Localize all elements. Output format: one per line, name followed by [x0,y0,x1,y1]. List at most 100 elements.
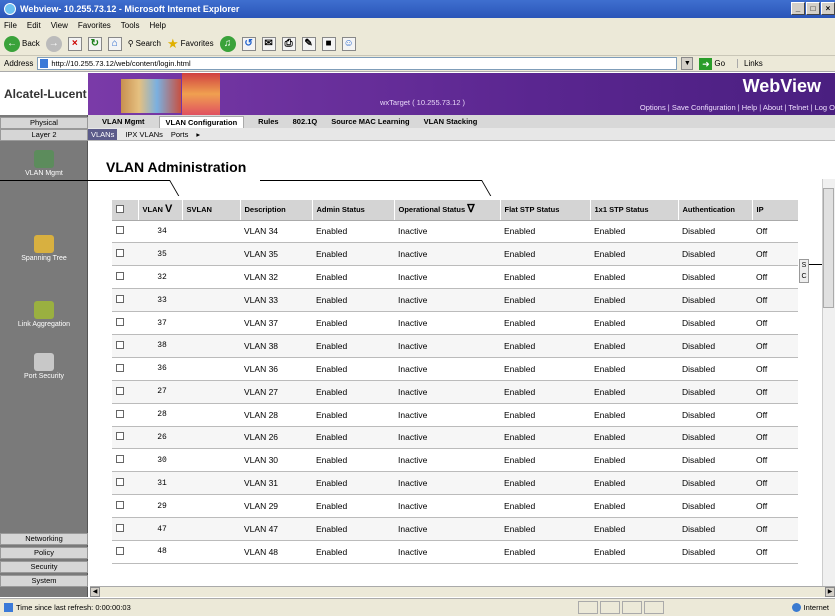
subtab-vlans[interactable]: VLANs [88,128,118,140]
row-checkbox[interactable] [116,409,124,418]
row-checkbox[interactable] [116,546,124,555]
go-button[interactable]: ➜ Go [699,57,725,70]
table-row[interactable]: 37 VLAN 37 Enabled Inactive Enabled Enabled Di… [112,311,798,335]
edit-button[interactable]: ✎ [301,36,316,51]
row-checkbox[interactable] [116,249,124,258]
column-select-button[interactable]: C [800,271,808,282]
subnav-more-icon[interactable]: ▸ [196,130,200,139]
row-checkbox[interactable] [116,363,124,372]
table-row[interactable]: 26 VLAN 26 Enabled Inactive Enabled Enabled Di… [112,426,798,450]
menu-tools[interactable]: Tools [121,21,140,30]
scroll-left-icon[interactable]: ◀ [90,587,100,597]
column-header-ip[interactable]: IP [752,200,798,221]
row-select-cell[interactable] [112,265,138,290]
table-row[interactable]: 28 VLAN 28 Enabled Inactive Enabled Enabled Di… [112,403,798,427]
row-select-cell[interactable] [112,403,138,427]
media-button[interactable]: ♫ [219,35,236,52]
column-header-1x1-stp-status[interactable]: 1x1 STP Status [590,200,679,221]
row-checkbox[interactable] [116,272,124,281]
print-button[interactable]: ⎙ [281,36,296,51]
back-button[interactable]: ← Back [4,35,40,52]
row-select-cell[interactable] [112,334,138,358]
tab-rules[interactable]: Rules [258,117,278,126]
menu-file[interactable]: File [4,21,17,30]
sidebar-category-policy[interactable]: Policy [0,547,88,559]
row-checkbox[interactable] [116,501,124,510]
row-select-cell[interactable] [112,220,138,244]
table-row[interactable]: 35 VLAN 35 Enabled Inactive Enabled Enabled Di… [112,242,798,267]
column-header-authentication[interactable]: Authentication [678,200,753,221]
mail-button[interactable]: ✉ [261,36,276,51]
tab-source-mac-learning[interactable]: Source MAC Learning [331,117,409,126]
header-links[interactable]: Options | Save Configuration | Help | Ab… [640,103,835,112]
sidebar-item-link-aggregation[interactable]: Link Aggregation [0,301,88,328]
table-row[interactable]: 27 VLAN 27 Enabled Inactive Enabled Enabled Di… [112,380,798,404]
table-row[interactable]: 29 VLAN 29 Enabled Inactive Enabled Enabled Di… [112,494,798,519]
close-button[interactable]: × [821,2,835,15]
links-button[interactable]: Links [737,59,763,68]
column-header-operational-status[interactable]: Operational Status ∇ [394,200,501,221]
row-select-cell[interactable] [112,448,138,473]
forward-button[interactable]: → [45,35,62,52]
row-checkbox[interactable] [116,318,124,326]
minimize-button[interactable]: _ [791,2,805,15]
sidebar-item-port-security[interactable]: Port Security [0,353,88,380]
row-select-cell[interactable] [112,426,138,450]
subtab-ipx-vlans[interactable]: IPX VLANs [125,130,163,139]
menu-edit[interactable]: Edit [27,21,41,30]
scroll-toggle-button[interactable]: S [800,260,808,271]
row-checkbox[interactable] [116,478,124,487]
discuss-button[interactable]: ■ [321,36,336,51]
table-row[interactable]: 33 VLAN 33 Enabled Inactive Enabled Enabled Di… [112,288,798,313]
sidebar-item-spanning-tree[interactable]: Spanning Tree [0,235,88,262]
address-input[interactable]: http://10.255.73.12/web/content/login.ht… [37,57,678,70]
refresh-button[interactable]: ↻ [87,36,102,51]
tab-vlan-configuration[interactable]: VLAN Configuration [158,115,245,128]
tab-vlan-mgmt[interactable]: VLAN Mgmt [102,117,145,126]
table-row[interactable]: 32 VLAN 32 Enabled Inactive Enabled Enabled Di… [112,265,798,290]
row-checkbox[interactable] [116,226,124,235]
sidebar-category-system[interactable]: System [0,575,88,587]
sidebar-category-networking[interactable]: Networking [0,533,88,545]
column-header-svlan[interactable]: SVLAN [182,200,241,221]
search-button[interactable]: ⚲ Search [128,39,161,48]
favorites-button[interactable]: ★ Favorites [167,36,214,52]
row-checkbox[interactable] [116,432,124,441]
column-header-vlan[interactable]: VLAN V [138,200,183,221]
row-checkbox[interactable] [116,524,124,533]
row-select-cell[interactable] [112,357,138,381]
row-checkbox[interactable] [116,386,124,395]
menu-help[interactable]: Help [149,21,165,30]
tab-vlan-stacking[interactable]: VLAN Stacking [424,117,478,126]
column-header-description[interactable]: Description [240,200,313,221]
table-row[interactable]: 30 VLAN 30 Enabled Inactive Enabled Enabled Di… [112,448,798,473]
row-select-cell[interactable] [112,288,138,313]
subtab-ports[interactable]: Ports [171,130,189,139]
row-checkbox[interactable] [116,455,124,464]
table-row[interactable]: 38 VLAN 38 Enabled Inactive Enabled Enabled Di… [112,334,798,358]
home-button[interactable]: ⌂ [107,36,122,51]
sidebar-item-vlan-mgmt[interactable]: VLAN Mgmt [0,150,88,177]
menu-favorites[interactable]: Favorites [78,21,111,30]
table-row[interactable]: 34 VLAN 34 Enabled Inactive Enabled Enabled Di… [112,220,798,244]
address-dropdown-button[interactable]: ▼ [681,57,694,70]
table-row[interactable]: 48 VLAN 48 Enabled Inactive Enabled Enabled Di… [112,540,798,564]
row-checkbox[interactable] [116,295,124,304]
scroll-right-icon[interactable]: ▶ [825,587,835,597]
row-select-cell[interactable] [112,517,138,541]
sort-filter-icon[interactable]: ∇ [467,203,474,215]
column-header-admin-status[interactable]: Admin Status [312,200,395,221]
menu-view[interactable]: View [51,21,68,30]
select-all-header[interactable] [112,200,139,221]
sidebar-category-physical[interactable]: Physical [0,117,88,129]
history-button[interactable]: ↺ [241,36,256,51]
row-select-cell[interactable] [112,471,138,496]
row-select-cell[interactable] [112,494,138,519]
table-row[interactable]: 31 VLAN 31 Enabled Inactive Enabled Enabled Di… [112,471,798,496]
tab-802-1q[interactable]: 802.1Q [293,117,318,126]
column-header-flat-stp-status[interactable]: Flat STP Status [500,200,591,221]
table-row[interactable]: 36 VLAN 36 Enabled Inactive Enabled Enabled Di… [112,357,798,381]
sidebar-category-layer2[interactable]: Layer 2 [0,129,88,141]
maximize-button[interactable]: □ [806,2,820,15]
row-select-cell[interactable] [112,380,138,404]
